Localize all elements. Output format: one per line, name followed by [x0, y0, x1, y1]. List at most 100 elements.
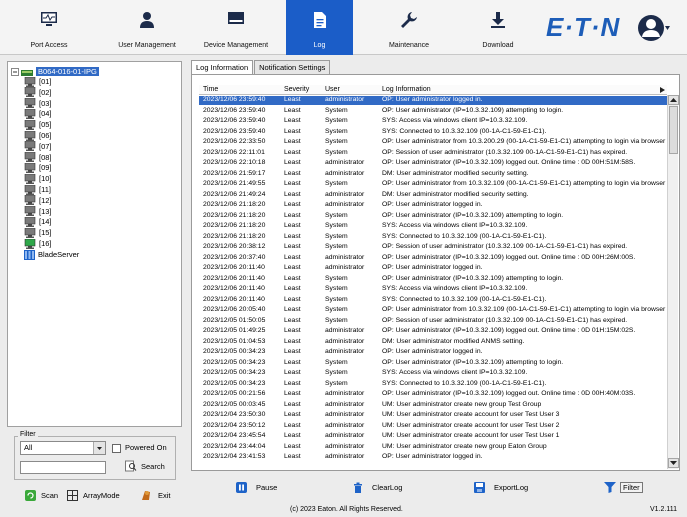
log-row[interactable]: 2023/12/06 20:11:40 Least administrator OP:…: [199, 264, 667, 273]
search-input[interactable]: [20, 461, 106, 474]
scroll-down-icon[interactable]: [668, 458, 679, 468]
log-time: 2023/12/04 23:50:30: [203, 411, 266, 418]
search-button[interactable]: Search: [125, 460, 165, 472]
filter-select-value: All: [24, 443, 33, 452]
tree-port-node[interactable]: [11]: [24, 184, 51, 195]
log-row[interactable]: 2023/12/06 23:59:40 Least System OP: User a…: [199, 107, 667, 116]
tree-port-node[interactable]: [15]: [24, 227, 52, 238]
log-row[interactable]: 2023/12/06 22:11:01 Least System OP: Sessio…: [199, 149, 667, 158]
collapse-icon[interactable]: [11, 67, 19, 76]
log-row[interactable]: 2023/12/05 00:34:23 Least System OP: User a…: [199, 359, 667, 368]
tree-port-node[interactable]: [14]: [24, 216, 52, 227]
log-row[interactable]: 2023/12/04 23:45:54 Least administrator UM:…: [199, 432, 667, 441]
log-row[interactable]: 2023/12/06 20:11:40 Least System OP: User a…: [199, 275, 667, 284]
nav-log[interactable]: Log: [286, 0, 353, 55]
log-time: 2023/12/05 00:21:56: [203, 390, 266, 397]
log-row[interactable]: 2023/12/06 21:49:55 Least System OP: User a…: [199, 180, 667, 189]
tree-port-node[interactable]: [01]: [24, 76, 52, 87]
tree-port-node[interactable]: [16]: [24, 238, 52, 249]
tree-port-node[interactable]: [09]: [24, 162, 52, 173]
log-row[interactable]: 2023/12/06 21:18:20 Least System SYS: Conne…: [199, 233, 667, 242]
log-row[interactable]: 2023/12/06 22:10:18 Least administrator OP:…: [199, 159, 667, 168]
log-user: System: [325, 106, 348, 114]
tree-port-node[interactable]: [06]: [24, 130, 52, 141]
nav-maintenance[interactable]: Maintenance: [360, 0, 458, 55]
export-log-button[interactable]: ExportLog: [474, 479, 528, 495]
log-user: administrator: [325, 190, 365, 198]
log-user: System: [325, 358, 348, 366]
exit-button[interactable]: Exit: [140, 487, 171, 503]
log-time: 2023/12/06 22:10:18: [203, 159, 266, 166]
scrollbar-thumb[interactable]: [669, 106, 678, 154]
account-menu[interactable]: [637, 13, 670, 43]
tree-port-node[interactable]: [12]: [24, 195, 52, 206]
column-header-user[interactable]: User: [325, 85, 340, 95]
log-row[interactable]: 2023/12/06 20:11:40 Least System SYS: Acces…: [199, 285, 667, 294]
tree-port-label: [09]: [39, 163, 52, 173]
filter-button[interactable]: Filter: [604, 479, 643, 495]
tree-port-node[interactable]: [13]: [24, 206, 52, 217]
log-row[interactable]: 2023/12/05 01:04:53 Least administrator DM:…: [199, 338, 667, 347]
log-row[interactable]: 2023/12/05 00:34:23 Least System SYS: Conne…: [199, 380, 667, 389]
log-row[interactable]: 2023/12/06 20:38:12 Least System OP: Sessio…: [199, 243, 667, 252]
log-row[interactable]: 2023/12/06 23:59:40 Least administrator OP:…: [199, 96, 667, 105]
log-row[interactable]: 2023/12/06 21:18:20 Least System OP: User a…: [199, 212, 667, 221]
tab-notification-settings[interactable]: Notification Settings: [254, 60, 331, 74]
pause-button[interactable]: Pause: [236, 479, 277, 495]
log-user: administrator: [325, 159, 365, 166]
tree-port-label: [08]: [39, 152, 52, 162]
chevron-down-icon[interactable]: [93, 442, 105, 454]
log-row[interactable]: 2023/12/04 23:50:30 Least administrator UM:…: [199, 411, 667, 420]
log-vertical-scrollbar[interactable]: [667, 95, 679, 469]
log-row[interactable]: 2023/12/06 22:33:50 Least System OP: User a…: [199, 138, 667, 147]
log-row[interactable]: 2023/12/04 23:44:04 Least administrator UM:…: [199, 443, 667, 452]
scan-button[interactable]: Scan: [25, 487, 58, 503]
log-row[interactable]: 2023/12/06 20:11:40 Least System SYS: Conne…: [199, 296, 667, 305]
log-severity: Least: [284, 253, 301, 261]
nav-download[interactable]: Download: [458, 0, 538, 55]
log-row[interactable]: 2023/12/06 21:49:24 Least administrator DM:…: [199, 191, 667, 200]
tree-port-node[interactable]: [08]: [24, 152, 52, 163]
log-row[interactable]: 2023/12/06 20:37:40 Least administrator OP:…: [199, 254, 667, 263]
log-row[interactable]: 2023/12/04 23:50:12 Least administrator UM:…: [199, 422, 667, 431]
tree-port-node[interactable]: [10]: [24, 173, 52, 184]
log-row[interactable]: 2023/12/06 23:59:40 Least System SYS: Conne…: [199, 128, 667, 137]
tree-port-node[interactable]: [04]: [24, 108, 52, 119]
log-row[interactable]: 2023/12/06 23:59:40 Least System SYS: Acces…: [199, 117, 667, 126]
log-row[interactable]: 2023/12/05 00:34:23 Least administrator OP:…: [199, 348, 667, 357]
filter-select[interactable]: All: [20, 441, 106, 455]
tree-port-node[interactable]: [07]: [24, 141, 52, 152]
column-header-severity[interactable]: Severity: [284, 85, 309, 95]
log-severity: Least: [284, 159, 301, 166]
log-row[interactable]: 2023/12/05 01:50:05 Least System OP: Sessio…: [199, 317, 667, 326]
log-row[interactable]: 2023/12/04 23:41:53 Least administrator OP:…: [199, 453, 667, 462]
log-row[interactable]: 2023/12/06 21:59:17 Least administrator DM:…: [199, 170, 667, 179]
column-header-log-information[interactable]: Log Information: [382, 85, 431, 95]
log-row[interactable]: 2023/12/05 01:49:25 Least administrator OP:…: [199, 327, 667, 336]
array-mode-button[interactable]: ArrayMode: [67, 487, 120, 503]
log-row[interactable]: 2023/12/06 21:18:20 Least administrator OP:…: [199, 201, 667, 210]
powered-on-checkbox[interactable]: [112, 444, 121, 453]
nav-user-management[interactable]: User Management: [98, 0, 196, 55]
scroll-up-icon[interactable]: [668, 95, 679, 105]
tree-blade-server[interactable]: BladeServer: [24, 249, 79, 260]
tree-port-node[interactable]: [02]: [24, 87, 52, 98]
nav-device-management[interactable]: Device Management: [196, 0, 276, 55]
clear-log-button[interactable]: ClearLog: [353, 479, 402, 495]
log-row[interactable]: 2023/12/05 00:03:45 Least administrator UM:…: [199, 401, 667, 410]
log-row[interactable]: 2023/12/06 20:05:40 Least System OP: User a…: [199, 306, 667, 315]
log-information: OP: Session of user administrator (10.3.…: [382, 316, 628, 324]
log-user: System: [325, 369, 348, 376]
nav-port-access[interactable]: Port Access: [0, 0, 98, 55]
pause-icon: [236, 481, 247, 493]
tree-port-node[interactable]: [03]: [24, 98, 52, 109]
log-row[interactable]: 2023/12/06 21:18:20 Least System SYS: Acces…: [199, 222, 667, 231]
computer-icon: [24, 195, 36, 206]
log-row[interactable]: 2023/12/05 00:34:23 Least System SYS: Acces…: [199, 369, 667, 378]
log-row[interactable]: 2023/12/05 00:21:56 Least administrator OP:…: [199, 390, 667, 399]
tree-port-node[interactable]: [05]: [24, 119, 52, 130]
wrench-icon: [401, 12, 417, 28]
tab-log-information[interactable]: Log Information: [191, 60, 254, 74]
column-header-time[interactable]: Time: [203, 85, 218, 95]
scroll-right-icon[interactable]: [660, 87, 665, 93]
